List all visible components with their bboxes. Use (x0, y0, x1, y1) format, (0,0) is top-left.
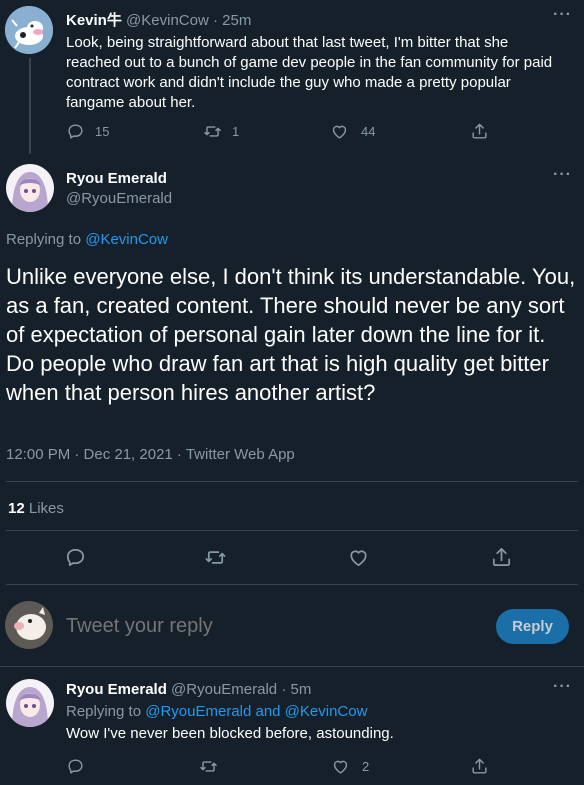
author-name[interactable]: Ryou Emerald (66, 681, 167, 698)
like-action[interactable] (347, 546, 370, 569)
replying-to-link[interactable]: @RyouEmerald and @KevinCow (145, 703, 367, 720)
share-action[interactable] (490, 546, 513, 569)
divider (0, 666, 584, 667)
share-icon (492, 548, 511, 567)
reply-action[interactable] (66, 757, 85, 776)
reply-icon (66, 548, 85, 567)
share-icon (472, 758, 487, 774)
replying-to-link[interactable]: @KevinCow (85, 231, 168, 248)
reply-count: 15 (95, 124, 110, 139)
likes-label: Likes (28, 500, 64, 517)
reply-icon (68, 759, 83, 774)
share-action[interactable] (470, 122, 489, 141)
share-action[interactable] (470, 757, 489, 776)
avatar-ryou[interactable] (6, 164, 54, 212)
more-options-icon[interactable]: ··· (553, 678, 572, 696)
reply-button[interactable]: Reply (496, 609, 569, 644)
replying-to-label: Replying to (6, 231, 82, 248)
retweet-action[interactable] (199, 757, 218, 776)
separator-dot: · (212, 12, 218, 29)
tweet-timestamp[interactable]: 12:00 PM · Dec 21, 2021 · Twitter Web Ap… (6, 446, 295, 463)
likes-summary[interactable]: 12 Likes (8, 500, 64, 517)
author-name[interactable]: Ryou Emerald (66, 170, 167, 187)
divider (6, 481, 578, 482)
share-icon (472, 123, 487, 139)
like-action[interactable]: 44 (330, 122, 375, 141)
reply-action[interactable] (64, 546, 87, 569)
tweet-text: Wow I've never been blocked before, asto… (66, 725, 394, 742)
more-options-icon[interactable]: ··· (553, 6, 572, 24)
author-handle[interactable]: @KevinCow (126, 12, 209, 29)
likes-count: 12 (8, 500, 25, 517)
heart-icon (333, 760, 348, 774)
divider (6, 530, 578, 531)
separator-dot: · (281, 681, 287, 698)
retweet-icon (200, 761, 217, 772)
like-count: 44 (361, 124, 376, 139)
avatar-ryou[interactable] (6, 679, 54, 727)
tweet-time[interactable]: 25m (222, 12, 251, 29)
replying-to-label: Replying to (66, 703, 142, 720)
avatar-current-user[interactable] (5, 601, 53, 649)
retweet-icon (204, 126, 221, 137)
reply-action[interactable]: 15 (66, 122, 109, 141)
reply-input[interactable] (66, 612, 486, 640)
author-handle[interactable]: @RyouEmerald (171, 681, 277, 698)
like-action[interactable]: 2 (331, 757, 369, 776)
retweet-action[interactable] (204, 546, 227, 569)
retweet-action[interactable]: 1 (203, 122, 239, 141)
author-name[interactable]: Kevin牛 (66, 12, 122, 29)
thread-line (29, 58, 31, 154)
heart-icon (350, 550, 367, 567)
reply-icon (68, 124, 83, 139)
heart-icon (332, 125, 347, 139)
retweet-icon (205, 551, 226, 564)
divider (6, 584, 578, 585)
tweet-text: Look, being straightforward about that l… (66, 34, 553, 111)
avatar-kevin[interactable] (5, 6, 53, 54)
more-options-icon[interactable]: ··· (553, 166, 572, 184)
tweet-time[interactable]: 5m (291, 681, 312, 698)
retweet-count: 1 (232, 124, 240, 139)
main-tweet-text: Unlike everyone else, I don't think its … (6, 264, 576, 405)
like-count: 2 (362, 759, 370, 774)
author-handle[interactable]: @RyouEmerald (66, 190, 172, 207)
